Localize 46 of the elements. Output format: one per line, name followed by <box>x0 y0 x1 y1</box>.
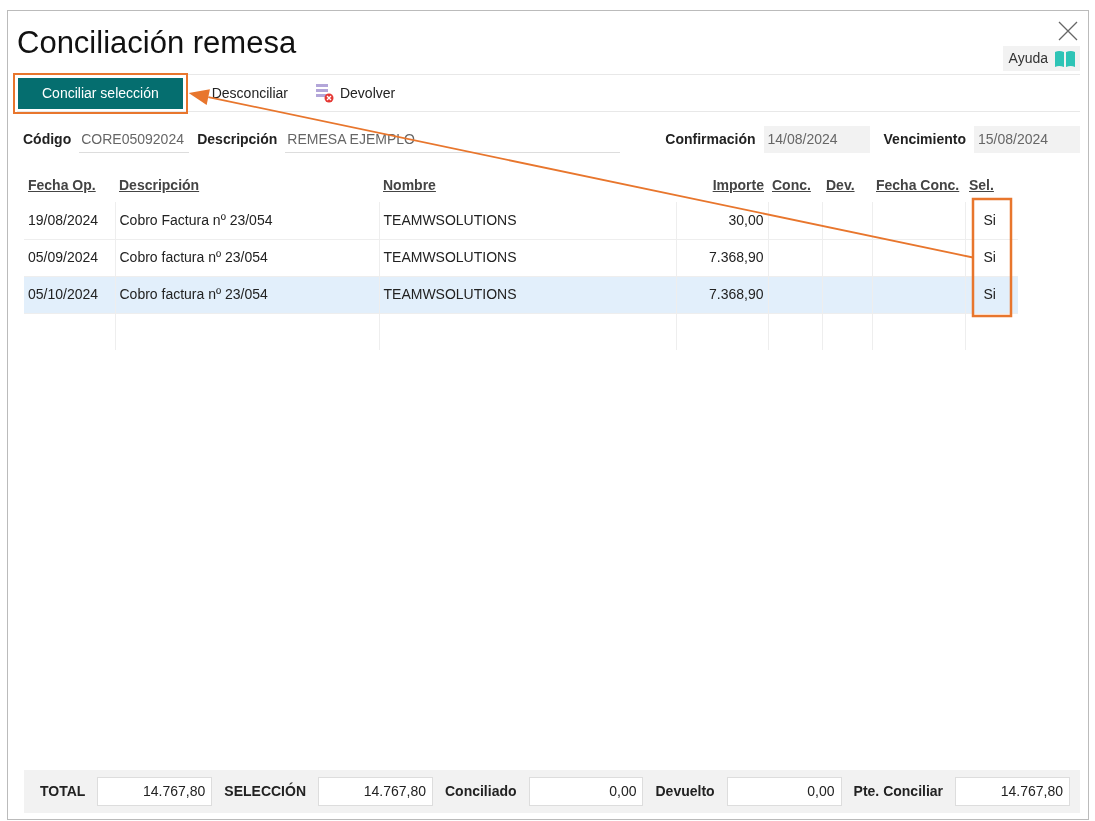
table-cell: 7.368,90 <box>676 276 768 313</box>
field-label: Vencimiento <box>883 130 966 149</box>
field-label: Confirmación <box>665 130 756 149</box>
total-label: Pte. Conciliar <box>853 782 944 801</box>
table-cell: TEAMWSOLUTIONS <box>379 239 676 276</box>
total-value: 14.767,80 <box>97 777 213 806</box>
table-cell: 19/08/2024 <box>24 202 115 239</box>
field-label: Código <box>23 130 72 149</box>
window-title: Conciliación remesa <box>17 27 297 58</box>
table-cell: 7.368,90 <box>676 239 768 276</box>
input-field[interactable]: 15/08/2024 <box>974 126 1080 153</box>
total-label: Conciliado <box>444 782 517 801</box>
list-delete-icon <box>313 83 334 103</box>
input-field[interactable]: 14/08/2024 <box>763 126 870 153</box>
total-label: TOTAL <box>40 782 86 801</box>
book-icon <box>1054 49 1076 68</box>
total-value: 14.767,80 <box>955 777 1070 806</box>
table-cell: Cobro factura nº 23/054 <box>115 239 379 276</box>
table-cell: Cobro Factura nº 23/054 <box>115 202 379 239</box>
return-button[interactable]: Devolver <box>307 78 402 108</box>
table-cell: 05/09/2024 <box>24 239 115 276</box>
column-header[interactable]: Fecha Op. <box>24 169 115 202</box>
total-value: 14.767,80 <box>318 777 433 806</box>
help-button[interactable]: Ayuda <box>1002 46 1080 71</box>
total-label: Devuelto <box>655 782 715 801</box>
table-cell: 30,00 <box>676 202 768 239</box>
reconcile-button[interactable]: Conciliar selección <box>18 77 183 109</box>
column-header[interactable]: Conc. <box>768 169 822 202</box>
field-label: Descripción <box>197 130 278 149</box>
column-header[interactable]: Nombre <box>379 169 676 202</box>
column-header[interactable]: Importe <box>676 169 768 202</box>
table-cell: TEAMWSOLUTIONS <box>379 202 676 239</box>
column-header[interactable]: Sel. <box>965 169 1018 202</box>
table-cell: TEAMWSOLUTIONS <box>379 276 676 313</box>
total-value: 0,00 <box>528 777 644 806</box>
table-cell: Si <box>965 202 1018 239</box>
close-icon[interactable] <box>1058 20 1078 40</box>
column-header[interactable]: Fecha Conc. <box>872 169 965 202</box>
total-label: SELECCIÓN <box>224 781 306 801</box>
column-header[interactable]: Dev. <box>822 169 872 202</box>
column-header[interactable]: Descripción <box>115 169 379 202</box>
table-cell: Cobro factura nº 23/054 <box>115 276 379 313</box>
table-cell: Si <box>965 239 1018 276</box>
total-value: 0,00 <box>726 777 842 806</box>
table-cell: 05/10/2024 <box>24 276 115 313</box>
unreconcile-button[interactable]: Desconciliar <box>205 78 294 108</box>
